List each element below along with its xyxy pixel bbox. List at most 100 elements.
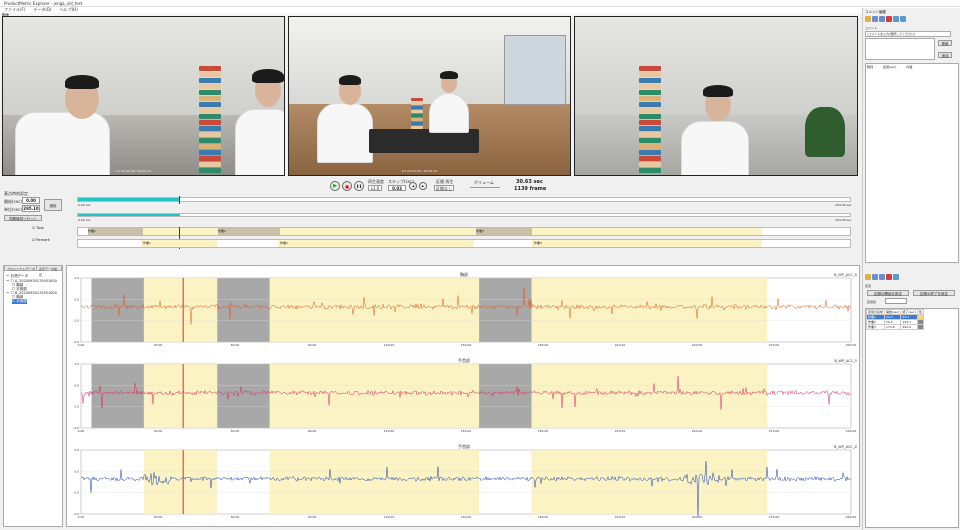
play-button[interactable]: ▶ (330, 181, 340, 191)
charts-svg[interactable]: 胸部 B_WP_ACC_X 1.0 0.0 -1.0 -2.0 0.00 30.00 60.00… (67, 266, 861, 528)
next-icon: ▶ (421, 184, 425, 188)
x-tick-label: 180.00 (538, 515, 549, 519)
comment-list[interactable]: 時刻 区間(sec) 内容 (865, 63, 959, 263)
y-tick-label: -2.0 (73, 491, 79, 495)
y-tick-label: -1.0 (73, 319, 79, 323)
set-section-end-button[interactable]: 区間の終了を設定 (913, 290, 955, 296)
x-tick-label: 120.00 (384, 343, 395, 347)
gray-region (91, 364, 144, 428)
timeline-row1-checkbox[interactable]: ☑ Task (32, 226, 44, 230)
delete-icon[interactable] (886, 274, 892, 280)
x-tick-label: 120.00 (384, 429, 395, 433)
video-1-timestamp: 1/1 00:00:00 / 00:09:24 (115, 169, 152, 173)
video-panel-2[interactable]: 1/1 00:00:00 / 00:09:24 (288, 16, 571, 176)
seek-progress (78, 198, 180, 201)
chart-legend: B_WP_ACC_Y (834, 359, 857, 363)
video-panel-1[interactable]: 1/1 00:00:00 / 00:09:24 (2, 16, 285, 176)
stop-button[interactable]: ■ (342, 181, 352, 191)
scale-field[interactable]: 295.10 (22, 205, 40, 212)
reset-sync-button[interactable]: 同期時刻リセット (4, 215, 42, 221)
timeline-block[interactable]: 作業1 (88, 228, 143, 235)
seek-bar-1[interactable] (77, 196, 851, 204)
folder-icon[interactable] (865, 16, 871, 22)
list-header-time: 時刻 (867, 65, 874, 69)
timeline-block[interactable]: 作業2 (278, 240, 474, 247)
comment-add-button[interactable]: 追加 (938, 52, 952, 58)
set-section-start-button[interactable]: 区間の開始を設定 (867, 290, 909, 296)
x-tick-label: 290.00 (846, 343, 857, 347)
timeline-row1-label: Task (36, 226, 44, 230)
section-color-label: 区間色 (867, 300, 877, 304)
timeline-row-2[interactable]: 作業1 作業2 作業3 (77, 239, 851, 248)
apply-button[interactable]: 適用 (44, 199, 62, 211)
range-start-label-2: 0.00 sec (78, 218, 91, 222)
x-tick-label: 270.00 (769, 343, 780, 347)
x-tick-label: 180.00 (538, 343, 549, 347)
x-tick-label: 240.00 (692, 515, 703, 519)
x-tick-label: 0.00 (78, 515, 85, 519)
seek-bar-2[interactable] (77, 213, 851, 217)
undo-icon[interactable] (893, 16, 899, 22)
y-tick-label: -1.0 (73, 405, 79, 409)
prev-frame-button[interactable]: ◀ (409, 182, 417, 190)
chart-title: 手首部 (458, 357, 470, 363)
timeline-block[interactable]: 作業3 (532, 240, 762, 247)
section-select[interactable]: 区間なし (434, 185, 454, 191)
comment-update-button[interactable]: 更新 (938, 40, 952, 46)
table-row[interactable]: 作業3 174.8 262.0 (865, 324, 924, 330)
gray-region (479, 278, 532, 342)
x-tick-label: 0.00 (78, 429, 85, 433)
range-start-label: 0.00 sec (78, 203, 91, 207)
x-tick-label: 60.00 (231, 429, 240, 433)
highlight-region (531, 364, 768, 428)
start-field[interactable]: 0.00 (22, 197, 40, 204)
save-as-icon[interactable] (879, 274, 885, 280)
timeline-block[interactable]: 作業3 (476, 228, 532, 235)
table-header: 区間の名前 (865, 309, 886, 315)
save-icon[interactable] (872, 16, 878, 22)
plant (805, 107, 845, 157)
start-label: 開始(sec) (4, 199, 22, 204)
comment-input[interactable]: (コメントを入力/選択してください) (865, 31, 951, 37)
title-bar: ProductMetric Explorer - jenga_vid_test … (0, 0, 960, 7)
timeline-block[interactable]: 作業1 (141, 240, 217, 247)
gray-region (91, 278, 144, 342)
play-icon: ▶ (333, 183, 337, 189)
timeline-row-1[interactable]: 作業1 作業2 作業3 (77, 227, 851, 249)
x-tick-label: 0.00 (78, 343, 85, 347)
x-tick-label: 290.00 (846, 515, 857, 519)
volume-slider[interactable] (470, 187, 500, 188)
x-tick-label: 270.00 (769, 429, 780, 433)
x-tick-label: 240.00 (692, 429, 703, 433)
timeline-block[interactable]: 作業2 (218, 228, 280, 235)
seek-cursor[interactable] (179, 196, 180, 204)
save-as-icon[interactable] (879, 16, 885, 22)
tree-node-selected[interactable]: ☑ 手首部 (12, 299, 27, 304)
redo-icon[interactable] (900, 16, 906, 22)
x-tick-label: 90.00 (308, 343, 317, 347)
seek-progress-2 (78, 214, 180, 216)
jenga-tower (411, 97, 423, 129)
skip-field[interactable]: 0.03 (388, 185, 406, 191)
speed-select[interactable]: x1.0 (368, 185, 382, 191)
x-tick-label: 30.00 (154, 515, 163, 519)
delete-icon[interactable] (886, 16, 892, 22)
x-tick-label: 60.00 (231, 343, 240, 347)
section-table[interactable]: 区間の名前 開始(sec) 終了(sec) 色 作業1 24.3 53.1 作業2 7… (865, 309, 924, 330)
section-color-picker[interactable] (885, 298, 907, 304)
tab-display-settings[interactable]: 表示データ設定 (36, 265, 62, 277)
charts-panel: 胸部 B_WP_ACC_X 1.0 0.0 -1.0 -2.0 0.00 30.00 60.00… (66, 265, 860, 527)
folder-icon[interactable] (865, 274, 871, 280)
jenga-tower (199, 65, 221, 173)
chart-title: 手首部 (458, 443, 470, 449)
save-icon[interactable] (872, 274, 878, 280)
chart-title: 胸部 (460, 271, 468, 277)
comment-text-area[interactable] (865, 38, 935, 60)
undo-icon[interactable] (893, 274, 899, 280)
tab-project-data[interactable]: プロジェクト/データ (4, 265, 39, 271)
x-tick-label: 90.00 (308, 429, 317, 433)
pause-button[interactable]: ❚❚ (354, 181, 364, 191)
next-frame-button[interactable]: ▶ (419, 182, 427, 190)
video-panel-3[interactable]: 1/1 00:00:00 / 00:09:24 (574, 16, 858, 176)
timeline-row2-checkbox[interactable]: ☑ Remark (32, 238, 50, 242)
